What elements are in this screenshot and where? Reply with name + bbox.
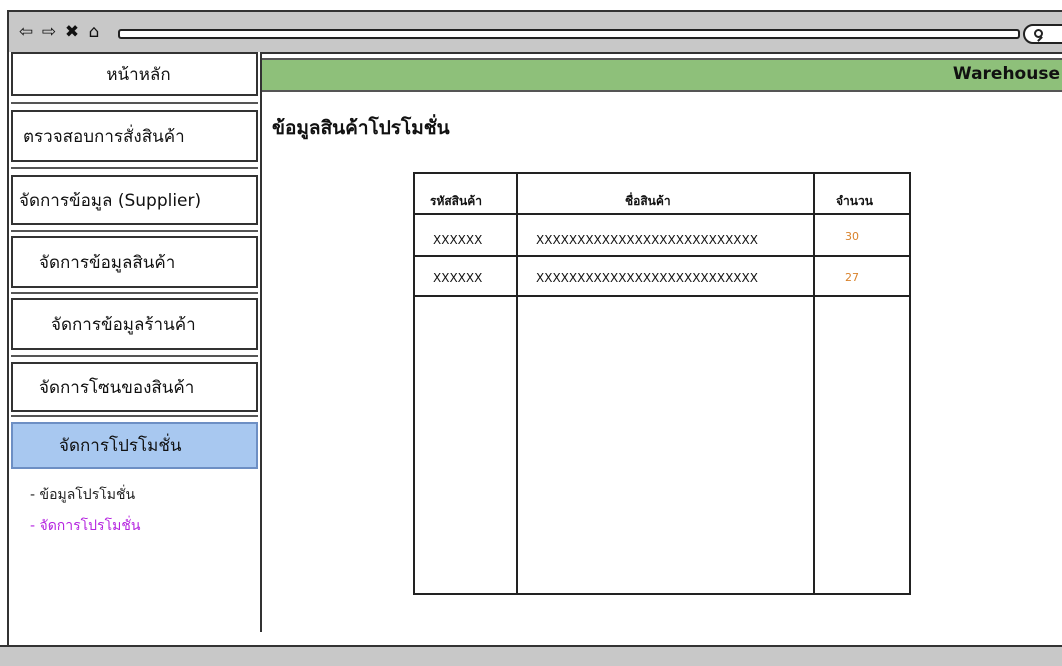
close-icon[interactable]: ✖ (61, 21, 83, 43)
sidebar-item-label: จัดการข้อมูลร้านค้า (51, 314, 196, 335)
app-title: Warehouse (952, 64, 1060, 84)
sidebar-divider (11, 292, 258, 294)
table-cell-code: XXXXXX (433, 233, 483, 247)
search-button[interactable] (1023, 24, 1062, 44)
sidebar-item-home[interactable]: หน้าหลัก (11, 52, 258, 96)
sidebar-divider (11, 167, 258, 169)
column-divider (516, 174, 518, 593)
sidebar-item-zone[interactable]: จัดการโซนของสินค้า (11, 362, 258, 412)
sidebar-item-order-check[interactable]: ตรวจสอบการสั่งสินค้า (11, 110, 258, 162)
row-divider (415, 255, 909, 257)
sidebar-item-product[interactable]: จัดการข้อมูลสินค้า (11, 236, 258, 288)
forward-icon[interactable]: ⇨ (38, 21, 60, 43)
browser-toolbar: ⇦ ⇨ ✖ ⌂ (9, 12, 1062, 54)
page-title: ข้อมูลสินค้าโปรโมชั่น (272, 117, 450, 139)
column-divider (813, 174, 815, 593)
sidebar-item-label: จัดการโซนของสินค้า (39, 377, 195, 398)
submenu-item-promotion-manage[interactable]: - จัดการโปรโมชั่น (30, 515, 140, 537)
home-icon[interactable]: ⌂ (83, 21, 105, 43)
table-cell-name: XXXXXXXXXXXXXXXXXXXXXXXXXXX (536, 233, 758, 247)
submenu-item-promotion-info[interactable]: - ข้อมูลโปรโมชั่น (30, 484, 135, 506)
sidebar-item-label: จัดการข้อมูลสินค้า (39, 252, 176, 273)
sidebar-item-label: หน้าหลัก (106, 64, 171, 85)
sidebar-divider (11, 415, 258, 417)
sidebar-item-label: จัดการข้อมูล (Supplier) (19, 190, 202, 211)
status-bar (0, 645, 1062, 666)
table-cell-qty: 27 (845, 271, 859, 284)
column-header-name: ชื่อสินค้า (625, 194, 671, 208)
row-divider (415, 213, 909, 215)
sidebar-item-label: ตรวจสอบการสั่งสินค้า (23, 126, 185, 147)
sidebar-item-supplier[interactable]: จัดการข้อมูล (Supplier) (11, 175, 258, 225)
sidebar-item-label: จัดการโปรโมชั่น (59, 436, 182, 456)
sidebar: หน้าหลัก ตรวจสอบการสั่งสินค้า จัดการข้อม… (9, 52, 262, 632)
table-cell-qty: 30 (845, 230, 859, 243)
sidebar-divider (11, 230, 258, 232)
sidebar-divider (11, 102, 258, 104)
table-cell-code: XXXXXX (433, 271, 483, 285)
sidebar-divider (11, 355, 258, 357)
column-header-qty: จำนวน (836, 194, 873, 208)
url-input[interactable] (118, 29, 1020, 39)
row-divider (415, 295, 909, 297)
column-header-code: รหัสสินค้า (430, 194, 482, 208)
table-cell-name: XXXXXXXXXXXXXXXXXXXXXXXXXXX (536, 271, 758, 285)
sidebar-item-store[interactable]: จัดการข้อมูลร้านค้า (11, 298, 258, 350)
back-icon[interactable]: ⇦ (15, 21, 37, 43)
search-icon (1034, 29, 1043, 38)
header-banner: Warehouse (262, 58, 1062, 92)
promotion-table: รหัสสินค้า ชื่อสินค้า จำนวน XXXXXX XXXXX… (413, 172, 911, 595)
sidebar-item-promotion[interactable]: จัดการโปรโมชั่น (11, 422, 258, 469)
